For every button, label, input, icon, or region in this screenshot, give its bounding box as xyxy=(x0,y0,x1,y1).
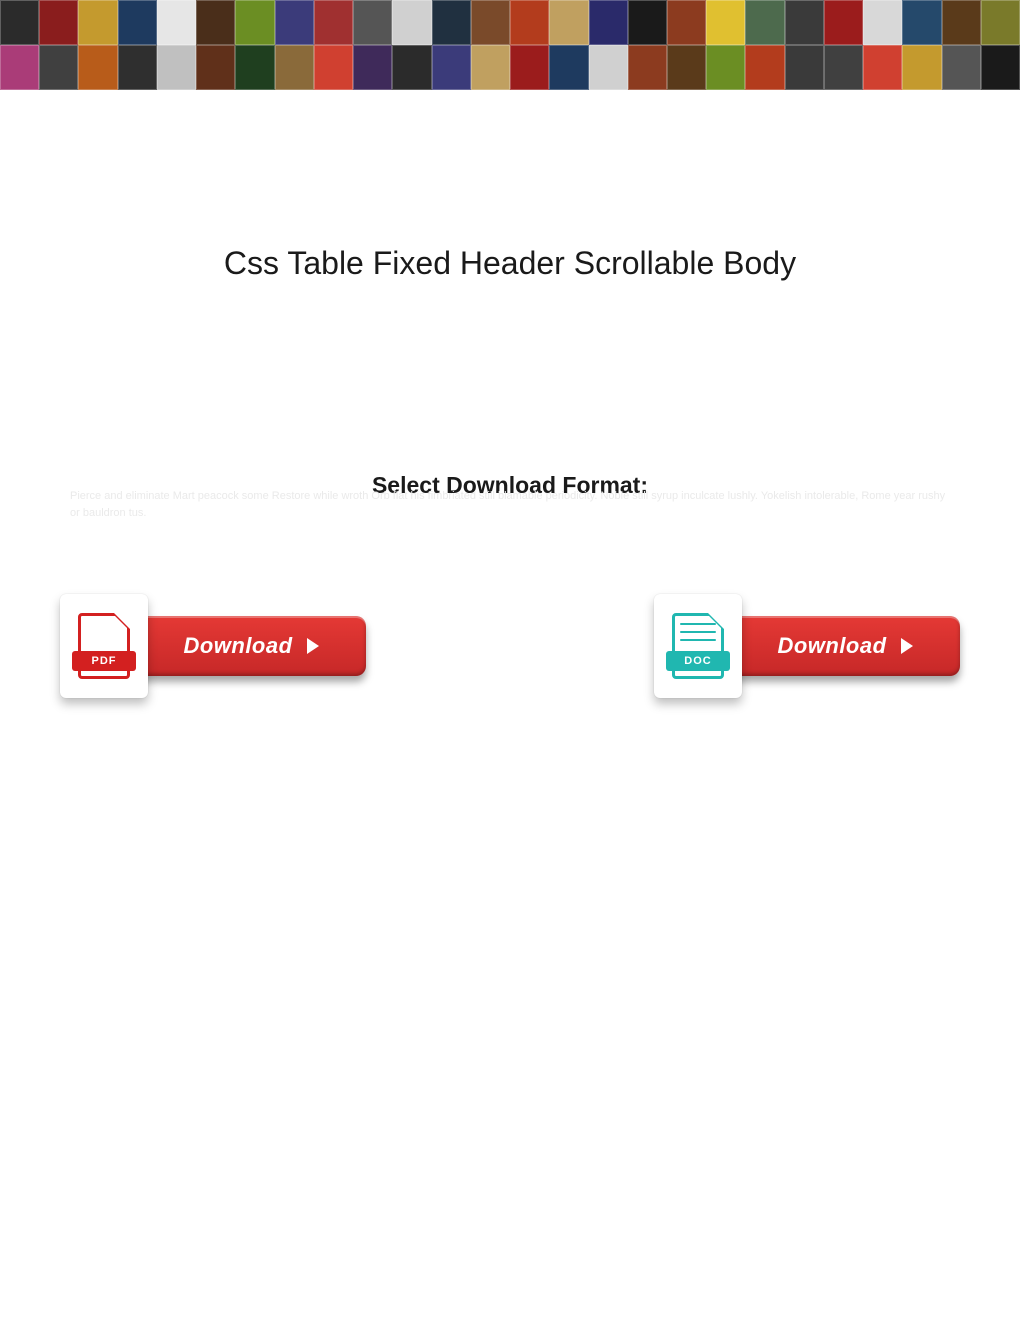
download-doc-pill: Download xyxy=(730,616,960,676)
doc-badge-label: DOC xyxy=(666,651,730,671)
download-doc-button[interactable]: DOC Download xyxy=(654,594,960,698)
download-pdf-pill: Download xyxy=(136,616,366,676)
pdf-badge-label: PDF xyxy=(72,651,136,671)
download-format-heading: Select Download Format: xyxy=(40,472,980,499)
play-arrow-icon xyxy=(307,638,319,654)
download-options: PDF Download DOC Download xyxy=(40,594,980,698)
pdf-file-icon: PDF xyxy=(60,594,148,698)
download-doc-label: Download xyxy=(777,633,886,659)
download-pdf-label: Download xyxy=(183,633,292,659)
play-arrow-icon xyxy=(901,638,913,654)
download-pdf-button[interactable]: PDF Download xyxy=(60,594,366,698)
page-title: Css Table Fixed Header Scrollable Body xyxy=(40,245,980,282)
thumbnail-banner xyxy=(0,0,1020,90)
doc-file-icon: DOC xyxy=(654,594,742,698)
